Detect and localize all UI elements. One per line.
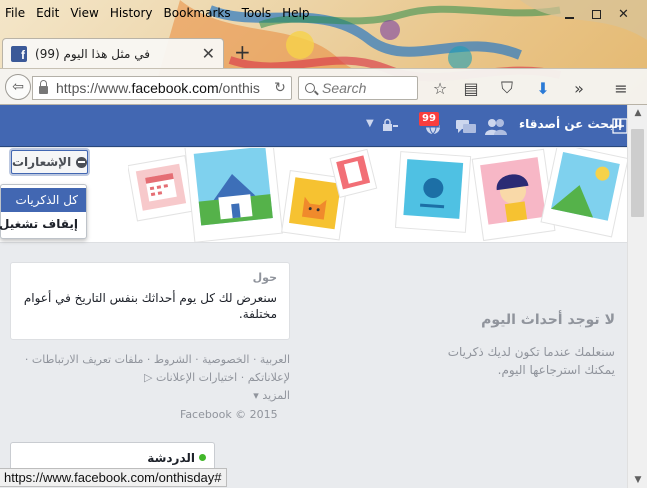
- about-card-body: سنعرض لك كل يوم أحداثك بنفس التاريخ في أ…: [23, 291, 277, 321]
- online-status-icon: [199, 454, 206, 461]
- scroll-down-icon[interactable]: ▼: [628, 472, 647, 488]
- scroll-up-icon[interactable]: ▲: [628, 105, 647, 121]
- notification-count-badge: 99: [418, 111, 440, 127]
- friend-requests-icon[interactable]: [484, 118, 507, 135]
- dropdown-item-turn-off[interactable]: إيقاف تشغيل ✔: [0, 212, 86, 236]
- maximize-button[interactable]: [583, 4, 610, 24]
- url-path: /onthis: [218, 80, 260, 96]
- reading-list-icon[interactable]: ▤: [461, 78, 481, 98]
- search-icon: [305, 83, 315, 93]
- ad-choices-icon: ▷: [143, 371, 153, 384]
- footer-link-list[interactable]: العربية · الخصوصية · الشروط · ملفات تعري…: [25, 353, 290, 384]
- tab-title: في مثل هذا اليوم (99): [35, 46, 150, 61]
- close-icon: ✕: [618, 6, 629, 22]
- notifications-button-label: الإشعارات: [12, 155, 72, 169]
- menu-bar: File Edit View History Bookmarks Tools H…: [0, 3, 316, 23]
- menu-edit[interactable]: Edit: [31, 3, 65, 23]
- url-host: facebook.com: [131, 80, 219, 96]
- search-placeholder: Search: [322, 80, 367, 96]
- pocket-icon[interactable]: ⛉: [497, 78, 517, 98]
- maximize-icon: [592, 9, 601, 19]
- url-text: https://www.facebook.com/onthis: [56, 80, 269, 96]
- page-scrollbar[interactable]: ▲ ▼: [627, 105, 647, 488]
- bookmark-star-icon[interactable]: ☆: [430, 78, 450, 98]
- window-controls: ✕: [556, 4, 637, 24]
- empty-state-title: لا توجد أحداث اليوم: [481, 312, 615, 328]
- chat-label: الدردشة: [147, 450, 195, 465]
- menu-view[interactable]: View: [65, 3, 104, 23]
- footer-links: العربية · الخصوصية · الشروط · ملفات تعري…: [10, 351, 290, 405]
- messages-icon[interactable]: [455, 118, 476, 134]
- search-bar[interactable]: Search: [298, 76, 418, 100]
- menu-history[interactable]: History: [105, 3, 159, 23]
- menu-help[interactable]: Help: [277, 3, 315, 23]
- copyright-text: Facebook © 2015: [180, 408, 278, 421]
- facebook-favicon-icon: f: [11, 45, 27, 62]
- download-icon[interactable]: ⬇: [533, 78, 553, 98]
- tab-close-icon[interactable]: ✕: [202, 44, 215, 63]
- overflow-chevron-icon[interactable]: »: [569, 78, 589, 98]
- notifications-off-icon: [76, 156, 87, 168]
- status-bar-url: https://www.facebook.com/onthisday#: [0, 468, 227, 487]
- facebook-page: ▼ 99 البحث عن أصدقاء الإشعارات كل الذكري…: [0, 105, 627, 488]
- footer-more-link[interactable]: المزيد ▾: [253, 389, 290, 402]
- minimize-button[interactable]: [556, 4, 583, 24]
- navigation-toolbar: ⇦ https://www.facebook.com/onthis ↻ Sear…: [0, 68, 647, 105]
- reload-icon[interactable]: ↻: [269, 80, 291, 96]
- back-button[interactable]: ⇦: [5, 74, 31, 100]
- privacy-lock-icon[interactable]: [381, 118, 401, 134]
- memories-hero-banner: الإشعارات: [0, 148, 627, 243]
- notifications-dropdown-menu: كل الذكريات إيقاف تشغيل ✔: [0, 184, 87, 239]
- new-tab-button[interactable]: +: [234, 40, 251, 64]
- facebook-blue-bar: ▼ 99 البحث عن أصدقاء: [0, 105, 627, 147]
- turn-off-label: إيقاف تشغيل: [0, 217, 78, 231]
- back-arrow-icon: ⇦: [12, 79, 24, 95]
- hamburger-menu-icon[interactable]: ≡: [611, 78, 631, 98]
- scrollbar-thumb[interactable]: [631, 129, 644, 217]
- dropdown-item-all-memories[interactable]: كل الذكريات: [1, 188, 86, 212]
- menu-bookmarks[interactable]: Bookmarks: [159, 3, 237, 23]
- menu-tools[interactable]: Tools: [237, 3, 278, 23]
- add-friend-icon[interactable]: [612, 118, 627, 134]
- url-prefix: https://www.: [56, 80, 132, 96]
- browser-chrome: File Edit View History Bookmarks Tools H…: [0, 0, 647, 105]
- minimize-icon: [565, 17, 574, 19]
- tab-bar: f في مثل هذا اليوم (99) ✕ +: [0, 34, 647, 68]
- notifications-settings-button[interactable]: الإشعارات: [11, 150, 88, 174]
- url-bar[interactable]: https://www.facebook.com/onthis ↻: [32, 76, 292, 100]
- lock-icon: [39, 80, 48, 94]
- find-friends-link[interactable]: البحث عن أصدقاء: [519, 117, 622, 131]
- about-card: حول سنعرض لك كل يوم أحداثك بنفس التاريخ …: [10, 262, 290, 340]
- empty-state-body: سنعلمك عندما تكون لديك ذكريات يمكنك استر…: [447, 345, 615, 377]
- menu-file[interactable]: File: [0, 3, 31, 23]
- hero-illustration: [128, 148, 627, 242]
- tab-on-this-day[interactable]: f في مثل هذا اليوم (99) ✕: [2, 38, 224, 68]
- close-window-button[interactable]: ✕: [610, 4, 637, 24]
- about-card-title: حول: [252, 271, 277, 284]
